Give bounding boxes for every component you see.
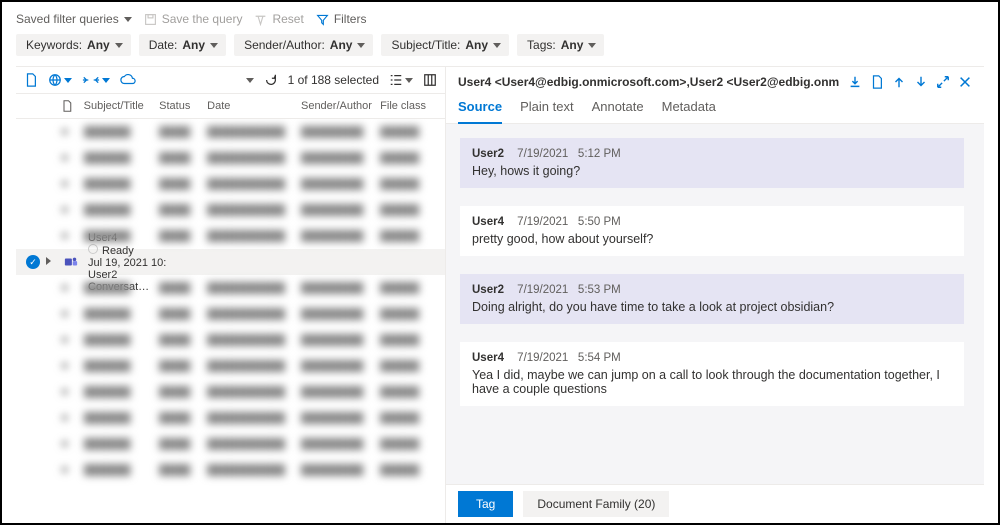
cloud-icon[interactable]	[120, 74, 136, 86]
chevron-right-icon[interactable]	[46, 257, 51, 265]
message-body: Hey, hows it going?	[472, 164, 952, 178]
message-body: pretty good, how about yourself?	[472, 232, 952, 246]
col-fileclass[interactable]: File class	[380, 100, 437, 112]
table-row[interactable]: ■█████████████████████████████████	[16, 145, 445, 171]
filter-icon	[316, 13, 329, 26]
col-subject[interactable]: Subject/Title	[84, 100, 156, 112]
table-row[interactable]: ■█████████████████████████████████	[16, 197, 445, 223]
chevron-down-icon	[493, 43, 501, 48]
save-query-label: Save the query	[162, 12, 243, 26]
chevron-down-icon	[210, 43, 218, 48]
tab-plain-text[interactable]: Plain text	[520, 93, 573, 123]
chevron-down-icon	[64, 78, 72, 83]
filter-sender[interactable]: Sender/Author:Any	[234, 34, 373, 56]
reset-label: Reset	[272, 12, 303, 26]
filter-pills-row: Keywords:Any Date:Any Sender/Author:Any …	[16, 34, 984, 56]
message: User4 7/19/2021 5:50 PM pretty good, how …	[460, 206, 964, 256]
message: User2 7/19/2021 5:12 PM Hey, hows it goin…	[460, 138, 964, 188]
table-row[interactable]: ■█████████████████████████████████	[16, 379, 445, 405]
filter-subject[interactable]: Subject/Title:Any	[381, 34, 509, 56]
table-row[interactable]: ■█████████████████████████████████	[16, 327, 445, 353]
file-icon[interactable]	[24, 73, 38, 87]
conversation-pane: User2 7/19/2021 5:12 PM Hey, hows it goin…	[446, 124, 984, 484]
chevron-down-icon	[588, 43, 596, 48]
message-sender: User2	[472, 148, 507, 160]
saved-filter-queries[interactable]: Saved filter queries	[16, 12, 132, 26]
detail-actions: Tag Document Family (20)	[446, 484, 984, 523]
saved-filter-queries-label: Saved filter queries	[16, 12, 119, 26]
save-icon	[144, 13, 157, 26]
message-sender: User4	[472, 216, 507, 228]
new-doc-icon[interactable]	[870, 75, 884, 89]
arrow-down-icon[interactable]	[914, 75, 928, 89]
cell-date: Jul 19, 2021 10:12 …	[88, 257, 166, 269]
filter-date[interactable]: Date:Any	[139, 34, 226, 56]
tag-button[interactable]: Tag	[458, 491, 513, 517]
table-row[interactable]: ■█████████████████████████████████	[16, 431, 445, 457]
expand-icon[interactable]	[936, 75, 950, 89]
chevron-down-icon	[357, 43, 365, 48]
document-family-button[interactable]: Document Family (20)	[523, 491, 669, 517]
arrow-up-icon[interactable]	[892, 75, 906, 89]
table-row[interactable]: ■█████████████████████████████████	[16, 223, 445, 249]
table-row[interactable]: ✓User4 ReadyJul 19, 2021 10:12 …User2 Co…	[16, 249, 445, 275]
filter-keywords[interactable]: Keywords:Any	[16, 34, 131, 56]
col-date[interactable]: Date	[207, 100, 297, 112]
results-list: ■█████████████████████████████████■█████…	[16, 119, 445, 523]
col-status[interactable]: Status	[159, 100, 203, 112]
detail-title: User4 <User4@edbig.onmicrosoft.com>,User…	[458, 75, 840, 89]
message: User4 7/19/2021 5:54 PM Yea I did, maybe …	[460, 342, 964, 406]
detail-tabs: Source Plain text Annotate Metadata	[446, 93, 984, 124]
command-bar: Saved filter queries Save the query Rese…	[16, 12, 984, 34]
cell-status: Ready	[88, 244, 136, 257]
chevron-down-icon	[124, 17, 132, 22]
chevron-down-icon	[102, 78, 110, 83]
table-row[interactable]: ■█████████████████████████████████	[16, 457, 445, 483]
table-row[interactable]: ■█████████████████████████████████	[16, 405, 445, 431]
selected-count: 1 of 188 selected	[288, 73, 379, 87]
download-icon[interactable]	[848, 75, 862, 89]
save-query-button[interactable]: Save the query	[144, 12, 243, 26]
message-body: Yea I did, maybe we can jump on a call t…	[472, 368, 952, 396]
message-body: Doing alright, do you have time to take …	[472, 300, 952, 314]
globe-icon[interactable]	[48, 73, 72, 87]
doc-icon	[61, 100, 73, 112]
table-row[interactable]: ■█████████████████████████████████	[16, 353, 445, 379]
col-sender[interactable]: Sender/Author	[301, 100, 376, 112]
list-view-icon[interactable]	[389, 73, 413, 87]
chevron-down-icon	[115, 43, 123, 48]
check-icon[interactable]: ✓	[26, 255, 40, 269]
tab-source[interactable]: Source	[458, 93, 502, 124]
column-headers: Subject/Title Status Date Sender/Author …	[16, 94, 445, 119]
table-row[interactable]: ■█████████████████████████████████	[16, 119, 445, 145]
table-row[interactable]: ■█████████████████████████████████	[16, 301, 445, 327]
teams-icon	[64, 255, 84, 269]
detail-header: User4 <User4@edbig.onmicrosoft.com>,User…	[446, 67, 984, 93]
message-date: 7/19/2021 5:53 PM	[517, 284, 621, 296]
message: User2 7/19/2021 5:53 PM Doing alright, do…	[460, 274, 964, 324]
close-icon[interactable]	[958, 75, 972, 89]
reset-button[interactable]: Reset	[254, 12, 303, 26]
filters-label: Filters	[334, 12, 367, 26]
message-sender: User2	[472, 284, 507, 296]
list-toolbar: 1 of 188 selected	[16, 67, 445, 94]
message-date: 7/19/2021 5:54 PM	[517, 352, 621, 364]
link-icon[interactable]	[82, 74, 110, 86]
message-date: 7/19/2021 5:50 PM	[517, 216, 621, 228]
refresh-icon[interactable]	[264, 73, 278, 87]
columns-icon[interactable]	[423, 73, 437, 87]
filter-tags[interactable]: Tags:Any	[517, 34, 604, 56]
chevron-down-icon[interactable]	[246, 78, 254, 83]
table-row[interactable]: ■█████████████████████████████████	[16, 171, 445, 197]
message-date: 7/19/2021 5:12 PM	[517, 148, 621, 160]
table-row[interactable]: ■█████████████████████████████████	[16, 275, 445, 301]
filters-button[interactable]: Filters	[316, 12, 367, 26]
chevron-down-icon	[405, 78, 413, 83]
message-sender: User4	[472, 352, 507, 364]
tab-metadata[interactable]: Metadata	[662, 93, 716, 123]
reset-icon	[254, 13, 267, 26]
tab-annotate[interactable]: Annotate	[592, 93, 644, 123]
